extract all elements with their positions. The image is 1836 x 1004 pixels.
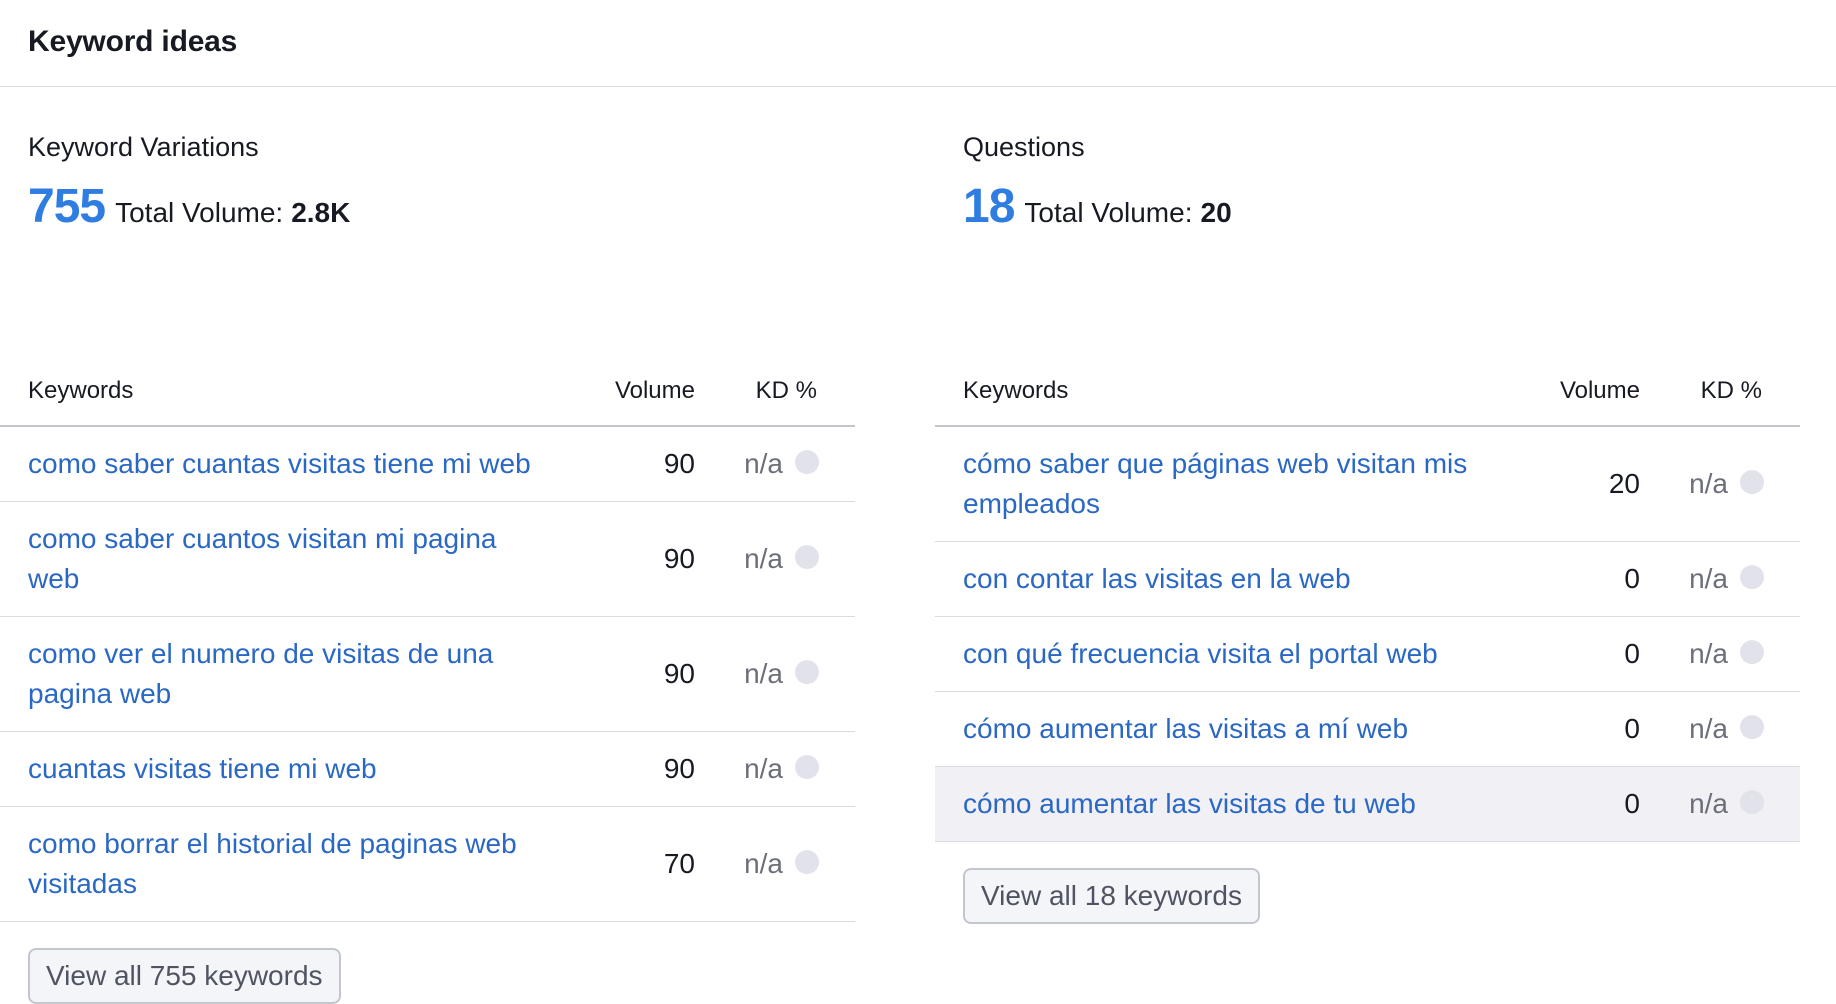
section-title: Questions (963, 132, 1085, 162)
keyword-link[interactable]: como borrar el historial de paginas web … (0, 807, 548, 921)
volume-value: 70 (663, 848, 695, 879)
table-row: como borrar el historial de paginas web … (0, 807, 855, 922)
kd-value: n/a (1689, 638, 1728, 669)
column-header-keywords: Keywords (963, 377, 1069, 404)
view-all-questions-button[interactable]: View all 18 keywords (963, 868, 1260, 924)
table-row: cuantas visitas tiene mi web 90 n/a (0, 732, 855, 807)
keyword-count: 755 (28, 180, 106, 233)
page-header: Keyword ideas (0, 0, 1836, 87)
kd-value: n/a (744, 848, 783, 879)
total-volume-label: Total Volume: (1024, 197, 1193, 228)
kd-value: n/a (744, 753, 783, 784)
column-header-kd: KD % (755, 377, 817, 404)
table-row: como ver el numero de visitas de una pag… (0, 617, 855, 732)
kd-value: n/a (744, 448, 783, 479)
volume-value: 0 (1624, 788, 1640, 819)
kd-indicator-icon (795, 450, 819, 475)
column-header-keywords: Keywords (28, 377, 134, 404)
volume-value: 90 (663, 658, 695, 689)
column-header-volume: Volume (614, 377, 695, 404)
kd-indicator-icon (1740, 790, 1764, 815)
total-volume-label: Total Volume: (115, 197, 284, 228)
keyword-link[interactable]: como saber cuantos visitan mi pagina web (0, 502, 548, 616)
kd-indicator-icon (795, 755, 819, 780)
volume-value: 90 (663, 753, 695, 784)
kd-indicator-icon (795, 545, 819, 570)
kd-indicator-icon (1740, 565, 1764, 590)
keyword-link[interactable]: con qué frecuencia visita el portal web (935, 617, 1523, 691)
kd-value: n/a (1689, 713, 1728, 744)
table-row-hovered: cómo aumentar las visitas de tu web 0 n/… (935, 767, 1800, 842)
kd-value: n/a (1689, 563, 1728, 594)
keyword-link[interactable]: cuantas visitas tiene mi web (0, 732, 548, 806)
table-row: cómo aumentar las visitas a mí web 0 n/a (935, 692, 1800, 767)
keyword-link[interactable]: con contar las visitas en la web (935, 542, 1523, 616)
keywords-table: Keywords Volume KD % como saber cuantas … (0, 365, 855, 922)
table-row: como saber cuantas visitas tiene mi web … (0, 427, 855, 502)
page-title: Keyword ideas (28, 25, 238, 58)
keyword-link[interactable]: cómo aumentar las visitas de tu web (935, 767, 1523, 841)
keyword-link[interactable]: como ver el numero de visitas de una pag… (0, 617, 548, 731)
view-all-variations-button[interactable]: View all 755 keywords (28, 948, 341, 1004)
table-header: Keywords Volume KD % (0, 365, 855, 427)
table-row: cómo saber que páginas web visitan mis e… (935, 427, 1800, 542)
kd-indicator-icon (1740, 640, 1764, 665)
column-header-kd: KD % (1700, 377, 1762, 404)
summary: 755 Total Volume: 2.8K (28, 179, 350, 234)
keyword-ideas-panels: Keyword Variations 755 Total Volume: 2.8… (0, 87, 1836, 1004)
section-title: Keyword Variations (28, 132, 259, 162)
table-row: como saber cuantos visitan mi pagina web… (0, 502, 855, 617)
total-volume-value: 20 (1200, 197, 1232, 228)
kd-indicator-icon (795, 850, 819, 875)
table-header: Keywords Volume KD % (935, 365, 1800, 427)
questions-table: Keywords Volume KD % cómo saber que pági… (935, 365, 1800, 842)
volume-value: 0 (1624, 638, 1640, 669)
kd-value: n/a (1689, 788, 1728, 819)
table-row: con qué frecuencia visita el portal web … (935, 617, 1800, 692)
volume-value: 90 (663, 448, 695, 479)
volume-value: 90 (663, 543, 695, 574)
kd-value: n/a (744, 543, 783, 574)
total-volume-value: 2.8K (291, 197, 351, 228)
kd-indicator-icon (795, 660, 819, 685)
keyword-link[interactable]: cómo saber que páginas web visitan mis e… (935, 427, 1523, 541)
column-header-volume: Volume (1559, 377, 1640, 404)
volume-value: 0 (1624, 563, 1640, 594)
keyword-count: 18 (963, 180, 1015, 233)
kd-indicator-icon (1740, 470, 1764, 495)
volume-value: 20 (1608, 468, 1640, 499)
kd-indicator-icon (1740, 715, 1764, 740)
kd-value: n/a (1689, 468, 1728, 499)
volume-value: 0 (1624, 713, 1640, 744)
keyword-link[interactable]: como saber cuantas visitas tiene mi web (0, 427, 548, 501)
kd-value: n/a (744, 658, 783, 689)
keyword-link[interactable]: cómo aumentar las visitas a mí web (935, 692, 1523, 766)
summary: 18 Total Volume: 20 (963, 179, 1232, 234)
table-row: con contar las visitas en la web 0 n/a (935, 542, 1800, 617)
